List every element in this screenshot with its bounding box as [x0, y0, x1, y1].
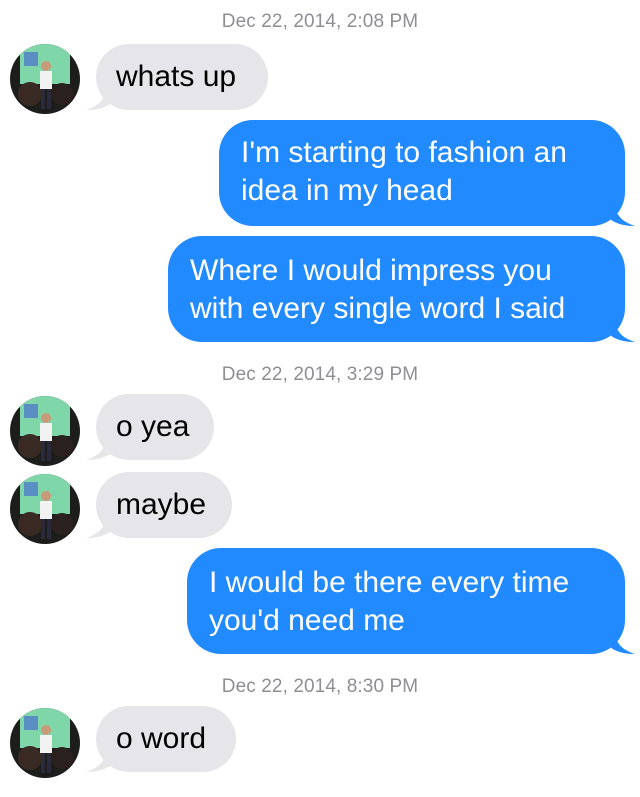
message-row-outgoing: I'm starting to fashion an idea in my he…: [0, 118, 640, 230]
message-row-incoming: maybe: [0, 470, 640, 544]
message-bubble-outgoing[interactable]: I would be there every time you'd need m…: [187, 548, 635, 654]
message-row-incoming: o yea: [0, 392, 640, 466]
message-bubble-incoming[interactable]: o word: [86, 706, 236, 772]
message-text: o yea: [116, 410, 190, 443]
message-row-incoming: o word: [0, 704, 640, 780]
timestamp: Dec 22, 2014, 2:08 PM: [221, 11, 419, 32]
contact-avatar[interactable]: [10, 708, 80, 778]
message-text-line: I would be there every time: [209, 566, 570, 599]
message-text-line: you'd need me: [209, 604, 405, 637]
message-row-outgoing: I would be there every time you'd need m…: [0, 546, 640, 658]
contact-avatar[interactable]: [10, 474, 80, 544]
message-text: maybe: [116, 488, 207, 521]
message-text: o word: [116, 722, 207, 755]
message-bubble-incoming[interactable]: maybe: [86, 472, 232, 538]
contact-avatar[interactable]: [10, 44, 80, 114]
message-bubble-outgoing[interactable]: I'm starting to fashion an idea in my he…: [219, 120, 635, 226]
timestamp: Dec 22, 2014, 3:29 PM: [221, 364, 419, 385]
message-bubble-incoming[interactable]: whats up: [86, 44, 268, 110]
message-row-outgoing: Where I would impress you with every sin…: [0, 234, 640, 346]
message-text: whats up: [116, 60, 237, 93]
timestamp: Dec 22, 2014, 8:30 PM: [221, 676, 419, 697]
message-row-incoming: whats up: [0, 40, 640, 116]
message-text-line: I'm starting to fashion an: [241, 136, 567, 169]
message-bubble-incoming[interactable]: o yea: [86, 394, 214, 460]
contact-avatar[interactable]: [10, 396, 80, 466]
message-text-line: Where I would impress you: [190, 254, 552, 287]
message-thread: Dec 22, 2014, 2:08 PM whats up I'm start…: [0, 0, 640, 797]
message-text-line: with every single word I said: [190, 292, 566, 325]
message-bubble-outgoing[interactable]: Where I would impress you with every sin…: [168, 236, 635, 342]
message-text-line: idea in my head: [241, 174, 453, 207]
